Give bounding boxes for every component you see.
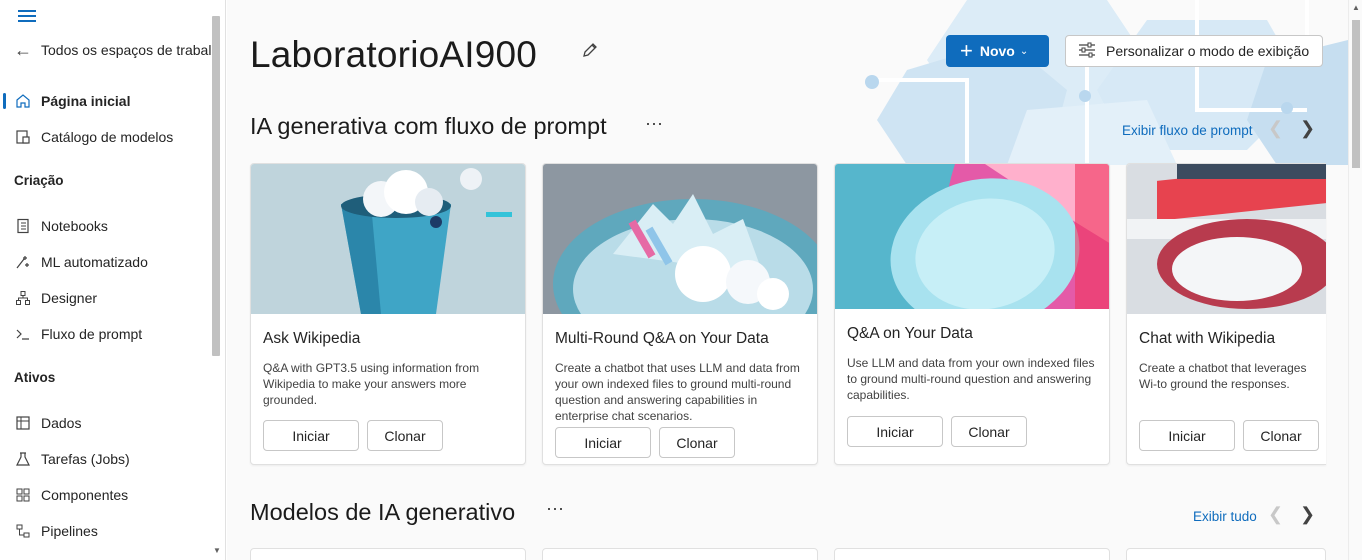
- start-button[interactable]: Iniciar: [847, 416, 943, 447]
- more-options-icon[interactable]: ⋯: [645, 114, 664, 135]
- nav-label: Dados: [41, 415, 82, 431]
- main-content: LaboratorioAI900 + Novo ⌄ Personalizar o…: [227, 0, 1348, 560]
- hero-decoration-image: [847, 0, 1348, 165]
- card-ask-wikipedia[interactable]: Ask Wikipedia Q&A with GPT3.5 using info…: [250, 163, 526, 465]
- carousel-prev-icon[interactable]: ❮: [1268, 504, 1283, 525]
- nav-label: Pipelines: [41, 523, 98, 539]
- edit-pencil-icon[interactable]: [580, 40, 600, 60]
- main-scrollbar[interactable]: ▲: [1348, 0, 1362, 560]
- card-title: Q&A on Your Data: [847, 325, 973, 342]
- nav-label: Componentes: [41, 487, 129, 503]
- back-label: Todos os espaços de trabal: [41, 42, 212, 58]
- clone-button[interactable]: Clonar: [659, 427, 735, 458]
- home-icon: [14, 92, 32, 110]
- page-title: LaboratorioAI900: [250, 34, 538, 75]
- nav-item-model-catalog[interactable]: Catálogo de modelos: [0, 123, 210, 151]
- nav-item-pipelines[interactable]: Pipelines: [0, 517, 210, 545]
- section-title-generative-ai-prompt-flow: IA generativa com fluxo de prompt: [250, 113, 607, 139]
- card-image: [251, 164, 525, 314]
- card-image: [835, 164, 1109, 309]
- section-title-generative-ai-models: Modelos de IA generativo: [250, 499, 516, 525]
- card-description: Create a chatbot that leverages Wi-to gr…: [1139, 361, 1307, 391]
- nav-item-components[interactable]: Componentes: [0, 481, 210, 509]
- card-description: Create a chatbot that uses LLM and data …: [555, 361, 800, 423]
- start-button[interactable]: Iniciar: [555, 427, 651, 458]
- section-label-creation: Criação: [14, 173, 64, 188]
- card-description: Use LLM and data from your own indexed f…: [847, 356, 1095, 402]
- card-title: Ask Wikipedia: [263, 330, 361, 347]
- back-to-workspaces-link[interactable]: ← Todos os espaços de trabal: [14, 40, 211, 60]
- nav-item-automl[interactable]: ML automatizado: [0, 248, 210, 276]
- card-title: Multi-Round Q&A on Your Data: [555, 330, 769, 347]
- nav-label: Notebooks: [41, 218, 108, 234]
- card-title: Chat with Wikipedia: [1139, 330, 1276, 347]
- hamburger-menu-icon[interactable]: [18, 10, 36, 24]
- catalog-icon: [14, 128, 32, 146]
- new-button[interactable]: + Novo ⌄: [946, 35, 1049, 67]
- carousel-next-icon[interactable]: ❯: [1300, 118, 1315, 139]
- nav-label: Designer: [41, 290, 98, 306]
- prompt-flow-icon: [14, 325, 32, 343]
- carousel-next-icon[interactable]: ❯: [1300, 504, 1315, 525]
- nav-label: Catálogo de modelos: [41, 129, 174, 145]
- arrow-left-icon: ←: [14, 40, 32, 60]
- carousel-prev-icon[interactable]: ❮: [1268, 118, 1283, 139]
- automl-icon: [14, 253, 32, 271]
- more-options-icon[interactable]: ⋯: [546, 499, 565, 520]
- view-prompt-flow-link[interactable]: Exibir fluxo de prompt: [1122, 123, 1253, 138]
- model-card[interactable]: [1126, 548, 1326, 560]
- sliders-icon: [1078, 42, 1096, 61]
- card-image: [543, 164, 817, 314]
- start-button[interactable]: Iniciar: [263, 420, 359, 451]
- pipelines-icon: [14, 522, 32, 540]
- plus-icon: +: [960, 38, 973, 63]
- left-nav: ← Todos os espaços de trabal Página inic…: [0, 0, 226, 560]
- model-card[interactable]: [542, 548, 818, 560]
- customize-view-button[interactable]: Personalizar o modo de exibição: [1065, 35, 1323, 67]
- notebook-icon: [14, 217, 32, 235]
- view-all-link[interactable]: Exibir tudo: [1193, 509, 1257, 524]
- model-card[interactable]: [834, 548, 1110, 560]
- new-button-label: Novo: [979, 43, 1015, 59]
- flask-icon: [14, 450, 32, 468]
- designer-icon: [14, 289, 32, 307]
- sidebar-scrollbar[interactable]: [212, 16, 220, 356]
- nav-item-prompt-flow[interactable]: Fluxo de prompt: [0, 320, 210, 348]
- clone-button[interactable]: Clonar: [951, 416, 1027, 447]
- start-button[interactable]: Iniciar: [1139, 420, 1235, 451]
- card-image: [1127, 164, 1326, 314]
- nav-item-home[interactable]: Página inicial: [0, 87, 210, 115]
- nav-item-notebooks[interactable]: Notebooks: [0, 212, 210, 240]
- nav-label: Fluxo de prompt: [41, 326, 143, 342]
- chevron-down-icon: ⌄: [1019, 45, 1029, 57]
- card-chat-with-wikipedia[interactable]: Chat with Wikipedia Create a chatbot tha…: [1126, 163, 1326, 465]
- card-multi-round-qa[interactable]: Multi-Round Q&A on Your Data Create a ch…: [542, 163, 818, 465]
- section-label-assets: Ativos: [14, 370, 56, 385]
- nav-item-jobs[interactable]: Tarefas (Jobs): [0, 445, 210, 473]
- nav-item-data[interactable]: Dados: [0, 409, 210, 437]
- card-qa-on-your-data[interactable]: Q&A on Your Data Use LLM and data from y…: [834, 163, 1110, 465]
- nav-label: Tarefas (Jobs): [41, 451, 130, 467]
- nav-label: ML automatizado: [41, 254, 148, 270]
- scrollbar-thumb[interactable]: [1352, 20, 1360, 168]
- scroll-up-arrow-icon[interactable]: ▲: [1352, 3, 1360, 12]
- data-icon: [14, 414, 32, 432]
- clone-button[interactable]: Clonar: [1243, 420, 1319, 451]
- components-icon: [14, 486, 32, 504]
- card-description: Q&A with GPT3.5 using information from W…: [263, 361, 480, 407]
- scroll-down-arrow-icon[interactable]: ▼: [213, 546, 221, 555]
- clone-button[interactable]: Clonar: [367, 420, 443, 451]
- nav-item-designer[interactable]: Designer: [0, 284, 210, 312]
- nav-label: Página inicial: [41, 93, 131, 109]
- customize-view-label: Personalizar o modo de exibição: [1106, 43, 1310, 59]
- model-card[interactable]: [250, 548, 526, 560]
